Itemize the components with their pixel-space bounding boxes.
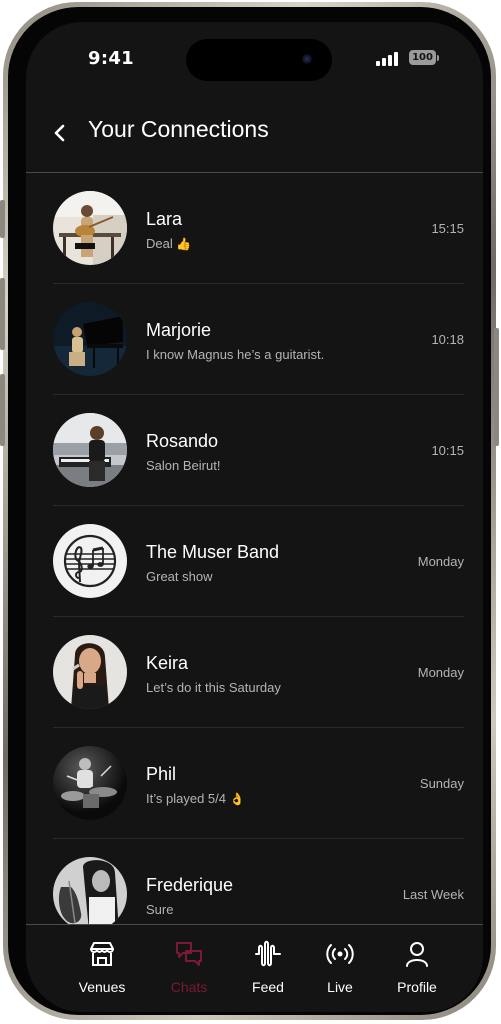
chat-time: 15:15 bbox=[431, 221, 464, 236]
chevron-left-icon bbox=[54, 124, 65, 142]
avatar bbox=[53, 413, 127, 487]
avatar bbox=[53, 302, 127, 376]
chats-icon bbox=[176, 942, 202, 966]
page-header: Your Connections bbox=[26, 106, 483, 173]
chat-item-keira[interactable]: Keira Let’s do it this Saturday Monday bbox=[53, 617, 464, 728]
chat-list[interactable]: Lara Deal 👍 15:15 Marjorie I know Magnus… bbox=[26, 173, 483, 924]
avatar bbox=[53, 857, 127, 924]
chat-item-phil[interactable]: Phil It’s played 5/4 👌 Sunday bbox=[53, 728, 464, 839]
chat-name: Marjorie bbox=[146, 320, 212, 340]
chat-item-frederique[interactable]: Frederique Sure Last Week bbox=[53, 839, 464, 924]
chat-preview: Great show bbox=[146, 569, 213, 584]
chat-preview: Sure bbox=[146, 902, 174, 917]
chat-name: Frederique bbox=[146, 875, 234, 895]
tab-label: Chats bbox=[170, 979, 208, 995]
tab-label: Profile bbox=[397, 979, 437, 995]
tab-label: Feed bbox=[252, 979, 284, 995]
chat-item-lara[interactable]: Lara Deal 👍 15:15 bbox=[53, 173, 464, 284]
chat-name: Rosando bbox=[146, 431, 219, 451]
feed-icon bbox=[255, 940, 281, 967]
profile-icon bbox=[406, 942, 428, 967]
tab-label: Live bbox=[327, 979, 353, 995]
chat-time: 10:15 bbox=[431, 443, 464, 458]
chat-item-marjorie[interactable]: Marjorie I know Magnus he’s a guitarist.… bbox=[53, 284, 464, 395]
tab-venues[interactable]: Venues bbox=[67, 939, 137, 995]
chat-time: Last Week bbox=[402, 887, 464, 902]
avatar bbox=[53, 746, 127, 820]
dynamic-island bbox=[186, 39, 332, 81]
ok-hand-emoji: 👌 bbox=[229, 792, 245, 806]
action-button bbox=[0, 200, 5, 238]
chat-item-rosando[interactable]: Rosando Salon Beirut! 10:15 bbox=[53, 395, 464, 506]
chat-time: Monday bbox=[417, 554, 464, 569]
chat-item-the-muser-band[interactable]: The Muser Band Great show Monday bbox=[53, 506, 464, 617]
battery-icon: 100 bbox=[409, 50, 436, 65]
chat-preview: Salon Beirut! bbox=[146, 458, 221, 473]
camera-icon bbox=[302, 54, 312, 64]
chat-preview: I know Magnus he’s a guitarist. bbox=[146, 347, 325, 362]
status-bar: 9:41 100 bbox=[26, 22, 483, 92]
phone-frame: 9:41 100 Your Connections Lara Deal 👍 15… bbox=[0, 2, 499, 1020]
back-button[interactable] bbox=[48, 118, 72, 148]
avatar bbox=[53, 191, 127, 265]
tab-profile[interactable]: Profile bbox=[382, 939, 452, 995]
volume-up-button bbox=[0, 278, 5, 350]
chat-name: Lara bbox=[146, 209, 183, 229]
avatar bbox=[53, 635, 127, 709]
page-title: Your Connections bbox=[88, 116, 269, 142]
venues-icon bbox=[90, 942, 114, 966]
tab-label: Venues bbox=[78, 979, 126, 995]
chat-time: Monday bbox=[417, 665, 464, 680]
volume-down-button bbox=[0, 374, 5, 446]
chat-name: Phil bbox=[146, 764, 177, 784]
chat-preview: Deal 👍 bbox=[146, 236, 192, 251]
cellular-signal-icon bbox=[376, 52, 398, 66]
tab-bar: Venues Chats Feed Live Profile bbox=[26, 924, 483, 1012]
tab-live[interactable]: Live bbox=[305, 939, 375, 995]
chat-preview: It’s played 5/4 👌 bbox=[146, 791, 245, 806]
tab-feed[interactable]: Feed bbox=[233, 939, 303, 995]
status-time: 9:41 bbox=[88, 48, 134, 69]
band-logo-avatar bbox=[53, 524, 127, 598]
power-button bbox=[494, 328, 499, 446]
tab-chats[interactable]: Chats bbox=[154, 939, 224, 995]
chat-name: Keira bbox=[146, 653, 189, 673]
chat-name: The Muser Band bbox=[146, 542, 280, 562]
battery-tip bbox=[437, 55, 439, 61]
chat-preview: Let’s do it this Saturday bbox=[146, 680, 281, 695]
screen: 9:41 100 Your Connections Lara Deal 👍 15… bbox=[26, 22, 483, 1012]
bezel: 9:41 100 Your Connections Lara Deal 👍 15… bbox=[8, 7, 491, 1015]
chat-time: 10:18 bbox=[431, 332, 464, 347]
thumbs-up-emoji: 👍 bbox=[176, 237, 192, 251]
chat-time: Sunday bbox=[419, 776, 464, 791]
live-icon bbox=[326, 944, 354, 964]
